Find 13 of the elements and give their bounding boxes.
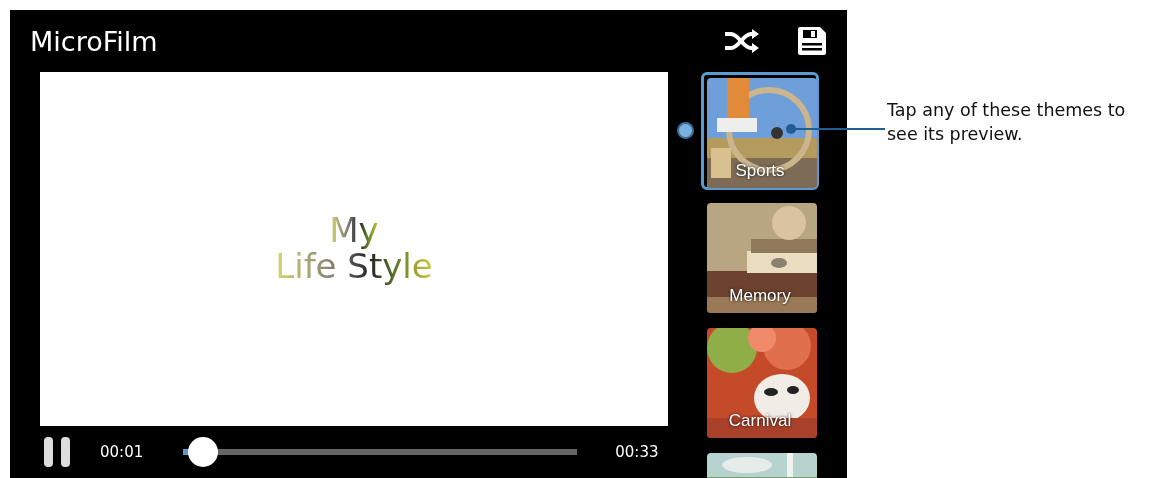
theme-thumbnail[interactable]: Sports [701, 72, 819, 190]
seek-handle[interactable] [187, 437, 218, 467]
selection-dot [677, 122, 694, 139]
elapsed-time: 00:01 [100, 443, 144, 461]
theme-label: Sports [734, 161, 786, 181]
callout-text: Tap any of these themes to see its preview. [887, 99, 1127, 146]
preview-title: Life Style [275, 249, 433, 285]
duration-time: 00:33 [615, 443, 659, 461]
save-icon[interactable] [797, 26, 827, 56]
shuffle-icon[interactable] [725, 29, 759, 53]
theme-label: Memory [728, 286, 792, 306]
app-title: MicroFilm [30, 25, 159, 57]
theme-label: Carnival [727, 411, 793, 431]
